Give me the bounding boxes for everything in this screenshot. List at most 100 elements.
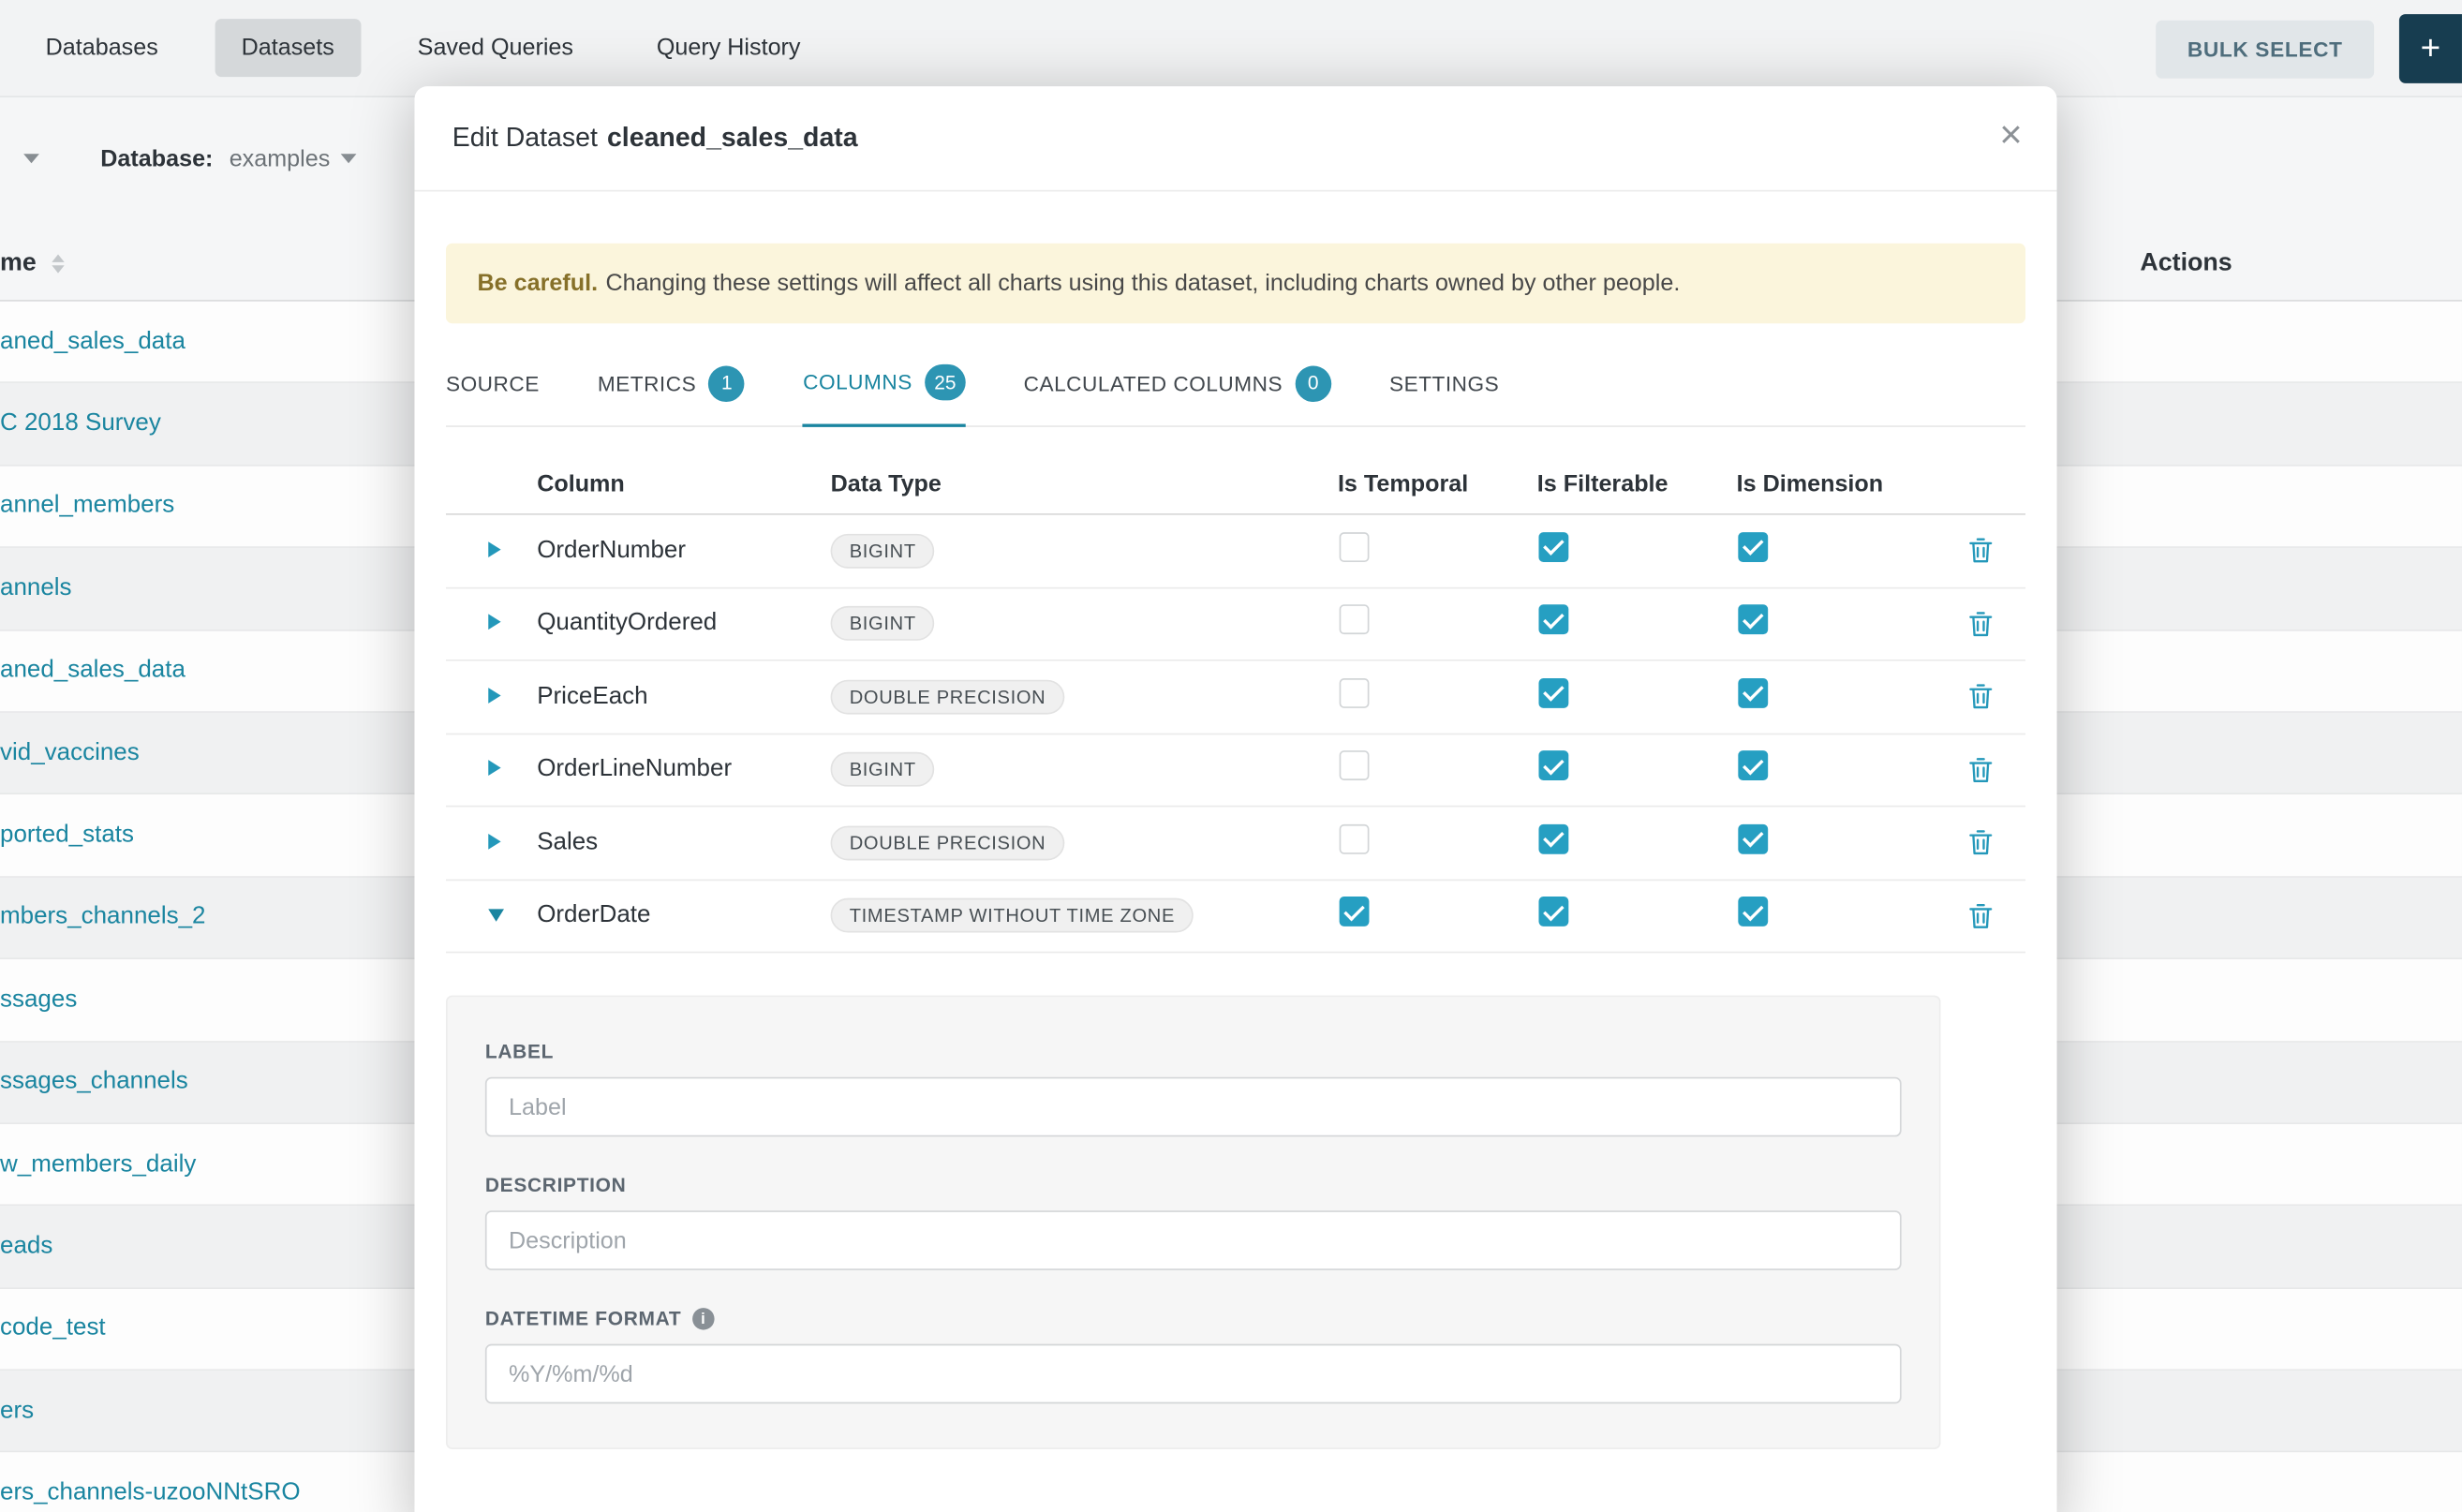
column-header: Column — [537, 471, 830, 497]
data-type-pill: DOUBLE PRECISION — [831, 825, 1065, 860]
delete-icon[interactable] — [1969, 683, 1993, 709]
dataset-link[interactable]: w_members_daily — [0, 1150, 196, 1178]
column-row: QuantityOrdered BIGINT — [446, 588, 2025, 661]
modal-title: Edit Datasetcleaned_sales_data — [452, 123, 858, 155]
is-filterable-header: Is Filterable — [1537, 471, 1737, 497]
column-row: OrderNumber BIGINT — [446, 515, 2025, 588]
column-row: PriceEach DOUBLE PRECISION — [446, 661, 2025, 734]
delete-icon[interactable] — [1969, 538, 1993, 564]
top-nav-tabs: Databases Datasets Saved Queries Query H… — [19, 19, 857, 77]
edit-dataset-modal: Edit Datasetcleaned_sales_data × Be care… — [414, 86, 2056, 1512]
delete-icon[interactable] — [1969, 756, 1993, 782]
dataset-link[interactable]: ported_stats — [0, 822, 134, 850]
columns-table-header: Column Data Type Is Temporal Is Filterab… — [446, 427, 2025, 515]
column-row: Sales DOUBLE PRECISION — [446, 807, 2025, 880]
datetime-format-input[interactable] — [485, 1344, 1902, 1404]
dataset-link[interactable]: ers_channels-uzooNNtSRO — [0, 1479, 301, 1507]
is-temporal-header: Is Temporal — [1338, 471, 1537, 497]
is-dimension-checkbox[interactable] — [1738, 823, 1768, 853]
is-filterable-checkbox[interactable] — [1538, 897, 1568, 926]
is-dimension-checkbox[interactable] — [1738, 532, 1768, 562]
column-name: QuantityOrdered — [537, 610, 830, 638]
column-name: OrderNumber — [537, 537, 830, 565]
add-dataset-button[interactable]: + — [2399, 14, 2462, 83]
column-row: OrderDate TIMESTAMP WITHOUT TIME ZONE — [446, 880, 2025, 953]
is-filterable-checkbox[interactable] — [1538, 532, 1568, 562]
expand-caret-icon[interactable] — [488, 834, 500, 850]
expand-caret-icon[interactable] — [488, 688, 500, 704]
column-name: OrderLineNumber — [537, 756, 830, 784]
column-editor-panel: LABEL DESCRIPTION DATETIME FORMATi — [446, 996, 1941, 1449]
collapse-caret-icon[interactable] — [488, 910, 504, 922]
is-temporal-checkbox[interactable] — [1340, 751, 1370, 781]
tab-source[interactable]: SOURCE — [446, 346, 540, 425]
tab-settings[interactable]: SETTINGS — [1389, 346, 1499, 425]
tab-calculated-columns[interactable]: CALCULATED COLUMNS0 — [1024, 346, 1331, 425]
column-name: Sales — [537, 829, 830, 857]
sort-icon[interactable] — [52, 255, 64, 274]
metrics-count-badge: 1 — [709, 365, 746, 402]
data-type-header: Data Type — [831, 471, 1338, 497]
dataset-link[interactable]: annel_members — [0, 492, 174, 520]
dataset-link[interactable]: C 2018 Survey — [0, 410, 161, 438]
modal-header: Edit Datasetcleaned_sales_data × — [414, 86, 2056, 191]
dataset-link[interactable]: ssages_channels — [0, 1068, 188, 1096]
is-dimension-checkbox[interactable] — [1738, 751, 1768, 781]
data-type-pill: TIMESTAMP WITHOUT TIME ZONE — [831, 898, 1194, 933]
is-filterable-checkbox[interactable] — [1538, 605, 1568, 635]
topbar-actions: BULK SELECT + — [2156, 0, 2462, 97]
delete-icon[interactable] — [1969, 829, 1993, 855]
is-filterable-checkbox[interactable] — [1538, 751, 1568, 781]
bulk-select-button[interactable]: BULK SELECT — [2156, 20, 2374, 78]
column-name: PriceEach — [537, 683, 830, 711]
chevron-down-icon[interactable] — [341, 154, 357, 163]
is-dimension-checkbox[interactable] — [1738, 605, 1768, 635]
close-icon[interactable]: × — [1999, 116, 2022, 156]
description-input[interactable] — [485, 1210, 1902, 1270]
tab-datasets[interactable]: Datasets — [215, 19, 361, 77]
warning-text: Changing these settings will affect all … — [605, 270, 1680, 296]
data-type-pill: DOUBLE PRECISION — [831, 679, 1065, 714]
name-column-header[interactable]: me — [0, 249, 37, 277]
label-field-label: LABEL — [485, 1041, 1902, 1062]
delete-icon[interactable] — [1969, 902, 1993, 928]
page: Databases Datasets Saved Queries Query H… — [0, 0, 2462, 1512]
is-temporal-checkbox[interactable] — [1340, 532, 1370, 562]
warning-bold-text: Be careful. — [478, 270, 599, 296]
database-filter-value[interactable]: examples — [230, 146, 331, 172]
tab-saved-queries[interactable]: Saved Queries — [391, 19, 600, 77]
dataset-link[interactable]: ssages — [0, 986, 77, 1014]
tab-databases[interactable]: Databases — [19, 19, 185, 77]
dataset-link[interactable]: code_test — [0, 1314, 106, 1342]
is-dimension-header: Is Dimension — [1737, 471, 1936, 497]
dataset-link[interactable]: annels — [0, 574, 72, 602]
expand-caret-icon[interactable] — [488, 541, 500, 557]
is-temporal-checkbox[interactable] — [1340, 605, 1370, 635]
dataset-link[interactable]: vid_vaccines — [0, 739, 140, 767]
dataset-link[interactable]: ers — [0, 1397, 34, 1425]
is-dimension-checkbox[interactable] — [1738, 678, 1768, 708]
dataset-link[interactable]: aned_sales_data — [0, 328, 185, 356]
is-temporal-checkbox[interactable] — [1340, 823, 1370, 853]
delete-icon[interactable] — [1969, 611, 1993, 637]
is-dimension-checkbox[interactable] — [1738, 897, 1768, 926]
tab-columns[interactable]: COLUMNS25 — [803, 346, 965, 427]
info-icon[interactable]: i — [692, 1308, 714, 1329]
is-filterable-checkbox[interactable] — [1538, 678, 1568, 708]
tab-metrics[interactable]: METRICS1 — [598, 346, 745, 425]
dataset-link[interactable]: eads — [0, 1233, 52, 1261]
expand-caret-icon[interactable] — [488, 761, 500, 777]
columns-table: Column Data Type Is Temporal Is Filterab… — [446, 427, 2025, 953]
data-type-pill: BIGINT — [831, 533, 935, 568]
description-field-label: DESCRIPTION — [485, 1175, 1902, 1196]
data-type-pill: BIGINT — [831, 606, 935, 641]
dataset-link[interactable]: mbers_channels_2 — [0, 903, 206, 931]
label-input[interactable] — [485, 1077, 1902, 1137]
is-temporal-checkbox[interactable] — [1340, 897, 1370, 926]
dataset-link[interactable]: aned_sales_data — [0, 657, 185, 685]
is-filterable-checkbox[interactable] — [1538, 823, 1568, 853]
tab-query-history[interactable]: Query History — [630, 19, 827, 77]
expand-caret-icon[interactable] — [488, 615, 500, 630]
is-temporal-checkbox[interactable] — [1340, 678, 1370, 708]
chevron-down-icon[interactable] — [23, 154, 39, 163]
